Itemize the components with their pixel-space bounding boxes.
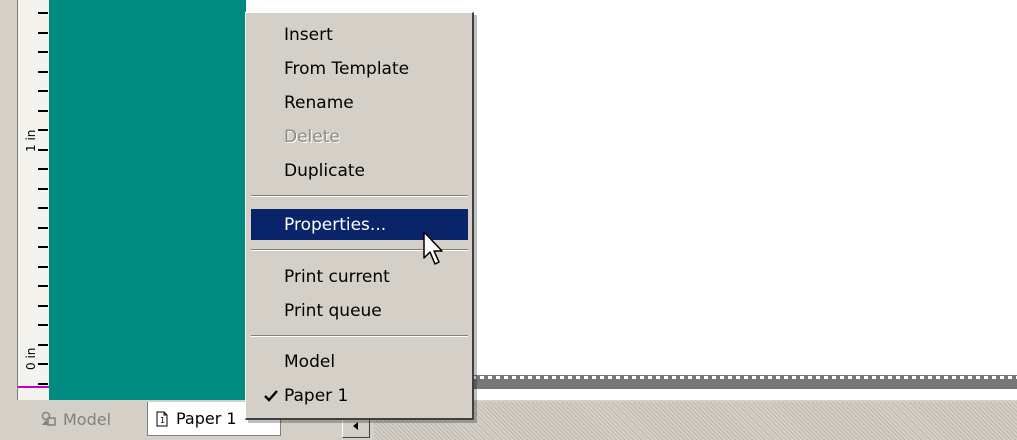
menu-item-delete[interactable]: Delete xyxy=(251,122,468,152)
menu-item-paper-1[interactable]: Paper 1 xyxy=(251,381,468,411)
ruler-tick xyxy=(38,246,48,248)
ruler-label-0in: 0 in xyxy=(24,347,38,370)
menu-item-label: From Template xyxy=(284,59,410,79)
menu-item-label: Print queue xyxy=(284,301,382,321)
ruler-tick xyxy=(38,188,48,190)
menu-item-label: Properties... xyxy=(284,214,387,235)
ruler-tick xyxy=(38,168,48,170)
ruler-tick xyxy=(38,344,48,346)
ruler-tick xyxy=(38,51,48,53)
arrow-left-icon xyxy=(353,422,358,430)
ruler-tick xyxy=(38,110,48,112)
menu-separator xyxy=(251,335,468,337)
menu-item-label: Paper 1 xyxy=(284,386,349,406)
paper-canvas[interactable] xyxy=(49,0,246,400)
model-icon xyxy=(41,411,56,426)
menu-item-label: Rename xyxy=(284,93,354,113)
ruler-tick xyxy=(38,149,48,151)
menu-item-rename[interactable]: Rename xyxy=(251,88,468,118)
page-border-dashed xyxy=(472,376,1017,379)
tab-model-label: Model xyxy=(63,409,112,429)
menu-item-label: Model xyxy=(284,352,336,372)
ruler-tick xyxy=(38,90,48,92)
svg-text:1: 1 xyxy=(160,416,165,425)
checkmark-icon xyxy=(264,390,278,402)
ruler-tick xyxy=(38,129,48,131)
page-icon: 1 xyxy=(156,411,168,426)
ruler-tick xyxy=(38,363,48,365)
tab-paper-label: Paper 1 xyxy=(176,409,237,428)
menu-item-print-queue[interactable]: Print queue xyxy=(251,296,468,326)
ruler-tick xyxy=(38,207,48,209)
mouse-cursor-icon xyxy=(423,231,443,265)
ruler-tick xyxy=(38,32,48,34)
menu-item-duplicate[interactable]: Duplicate xyxy=(251,156,468,186)
ruler-tick xyxy=(38,285,48,287)
ruler-tick xyxy=(38,305,48,307)
ruler-tick xyxy=(38,266,48,268)
ruler-origin-marker xyxy=(18,386,49,388)
tab-context-menu: Insert From Template Rename Delete Dupli… xyxy=(245,12,474,420)
vertical-ruler: 1 in 0 in xyxy=(0,0,50,405)
ruler-label-1in: 1 in xyxy=(24,129,38,152)
menu-item-label: Print current xyxy=(284,267,390,287)
ruler-tick xyxy=(38,324,48,326)
ruler-tick xyxy=(38,71,48,73)
menu-separator xyxy=(251,195,468,197)
menu-item-label: Insert xyxy=(284,25,333,45)
ruler-tick xyxy=(38,227,48,229)
menu-item-model[interactable]: Model xyxy=(251,347,468,377)
ruler-tick xyxy=(38,12,48,14)
ruler-tick xyxy=(38,383,48,385)
tab-model[interactable]: Model xyxy=(35,402,138,436)
menu-item-label: Duplicate xyxy=(284,161,365,181)
menu-item-label: Delete xyxy=(284,127,340,147)
menu-item-insert[interactable]: Insert xyxy=(251,20,468,50)
menu-item-from-template[interactable]: From Template xyxy=(251,54,468,84)
